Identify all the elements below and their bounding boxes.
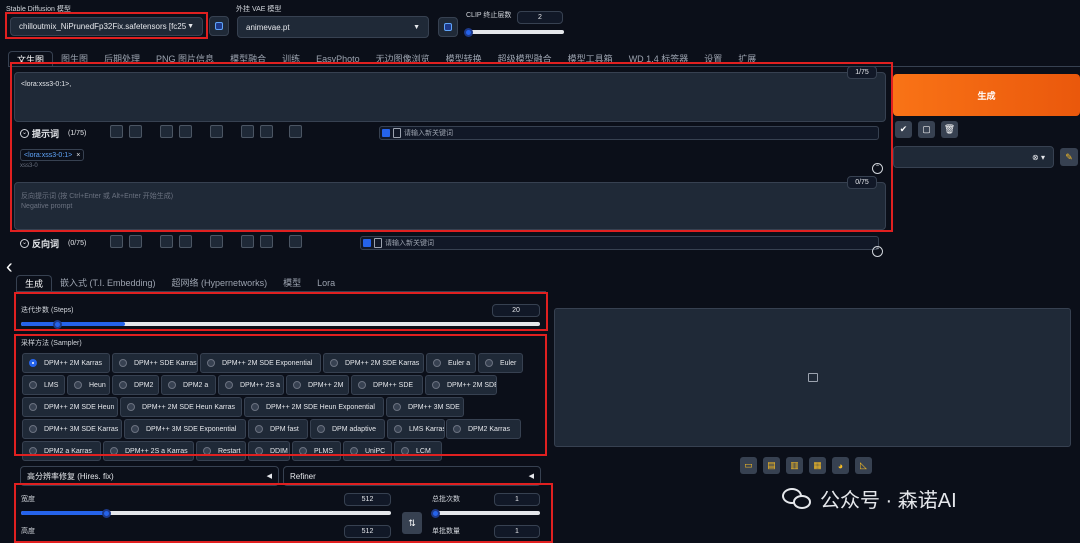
- generate-button[interactable]: 生成: [893, 74, 1080, 116]
- output-image-area: [554, 308, 1071, 447]
- collapse-icon[interactable]: ⌄: [20, 239, 29, 248]
- vae-label: 外挂 VAE 模型: [236, 6, 282, 13]
- chevron-up-icon[interactable]: ⌃: [872, 246, 883, 257]
- clip-label: CLIP 终止层数: [466, 12, 512, 19]
- clip-value[interactable]: 2: [517, 11, 563, 24]
- negative-header: ⌄ 反向词 (0/75): [20, 237, 86, 250]
- negative-toolbar: [110, 235, 302, 248]
- negative-keyword-input[interactable]: 请输入新关键词: [360, 236, 879, 250]
- clipboard-icon[interactable]: [241, 235, 254, 248]
- trash-icon[interactable]: [260, 235, 273, 248]
- generate-tools: ✔ ▢ 🗑: [895, 121, 958, 138]
- negative-count: (0/75): [68, 240, 87, 247]
- subtab-checkpoints[interactable]: 模型: [275, 275, 309, 291]
- clip-slider-knob[interactable]: [464, 28, 473, 37]
- subtab-lora[interactable]: Lora: [309, 275, 343, 291]
- highlight-prompt: [10, 62, 893, 232]
- highlight-dimensions: [14, 483, 553, 543]
- subtab-embedding[interactable]: 嵌入式 (T.I. Embedding): [52, 275, 164, 291]
- subtab-hypernetworks[interactable]: 超网络 (Hypernetworks): [164, 275, 276, 291]
- checkbox-icon[interactable]: [363, 239, 371, 247]
- copy-icon[interactable]: [160, 235, 173, 248]
- output-toolbar: ▭ ▤ ▥ ▦ ◕ ◺: [740, 457, 872, 474]
- subtab-generate[interactable]: 生成: [16, 275, 53, 291]
- swap-icon[interactable]: [210, 235, 223, 248]
- check-icon[interactable]: ✔: [895, 121, 912, 138]
- negative-label: 反向词: [32, 239, 60, 249]
- refresh-vae-button[interactable]: [438, 17, 458, 37]
- folder-icon[interactable]: ▭: [740, 457, 757, 474]
- wechat-icon: [782, 486, 812, 512]
- highlight-model: [5, 12, 208, 39]
- sub-tabs: 生成 嵌入式 (T.I. Embedding) 超网络 (Hypernetwor…: [16, 275, 343, 291]
- vae-value: animevae.pt: [246, 22, 290, 32]
- trash-icon[interactable]: 🗑: [941, 121, 958, 138]
- ruler-icon[interactable]: ◺: [855, 457, 872, 474]
- stop-icon[interactable]: ▢: [918, 121, 935, 138]
- watermark-text: 公众号 · 森诺AI: [820, 490, 957, 512]
- zip-icon[interactable]: ▥: [786, 457, 803, 474]
- image-icon: [807, 373, 818, 382]
- doc-icon: [374, 238, 382, 248]
- hires-label: 高分辨率修复 (Hires. fix): [27, 471, 114, 481]
- style-select[interactable]: ⊗ ▾: [893, 146, 1054, 168]
- highlight-steps: [14, 292, 548, 331]
- refiner-label: Refiner: [290, 471, 316, 481]
- watermark: 公众号 · 森诺AI: [782, 484, 957, 513]
- save-icon[interactable]: ▤: [763, 457, 780, 474]
- caret-left-icon: ◀: [266, 473, 272, 480]
- refresh-icon: [444, 23, 452, 31]
- paste-icon[interactable]: [179, 235, 192, 248]
- clip-slider[interactable]: [466, 30, 564, 34]
- image-send-icon[interactable]: ▦: [809, 457, 826, 474]
- clear-icon[interactable]: ⊗ ▾: [1032, 153, 1045, 162]
- vae-select[interactable]: animevae.pt ▼: [237, 16, 429, 38]
- gear-icon[interactable]: [129, 235, 142, 248]
- palette-icon[interactable]: ◕: [832, 457, 849, 474]
- caret-left-icon: ◀: [528, 473, 534, 480]
- settings-icon[interactable]: [289, 235, 302, 248]
- highlight-sampler: [14, 334, 547, 456]
- chevron-down-icon: ▼: [413, 23, 420, 31]
- globe-icon[interactable]: [110, 235, 123, 248]
- refresh-icon: [215, 22, 223, 30]
- back-arrow-icon[interactable]: ‹: [6, 256, 13, 279]
- keyword-placeholder: 请输入新关键词: [385, 240, 434, 247]
- refresh-model-button[interactable]: [209, 16, 229, 36]
- pencil-icon[interactable]: ✎: [1060, 148, 1078, 166]
